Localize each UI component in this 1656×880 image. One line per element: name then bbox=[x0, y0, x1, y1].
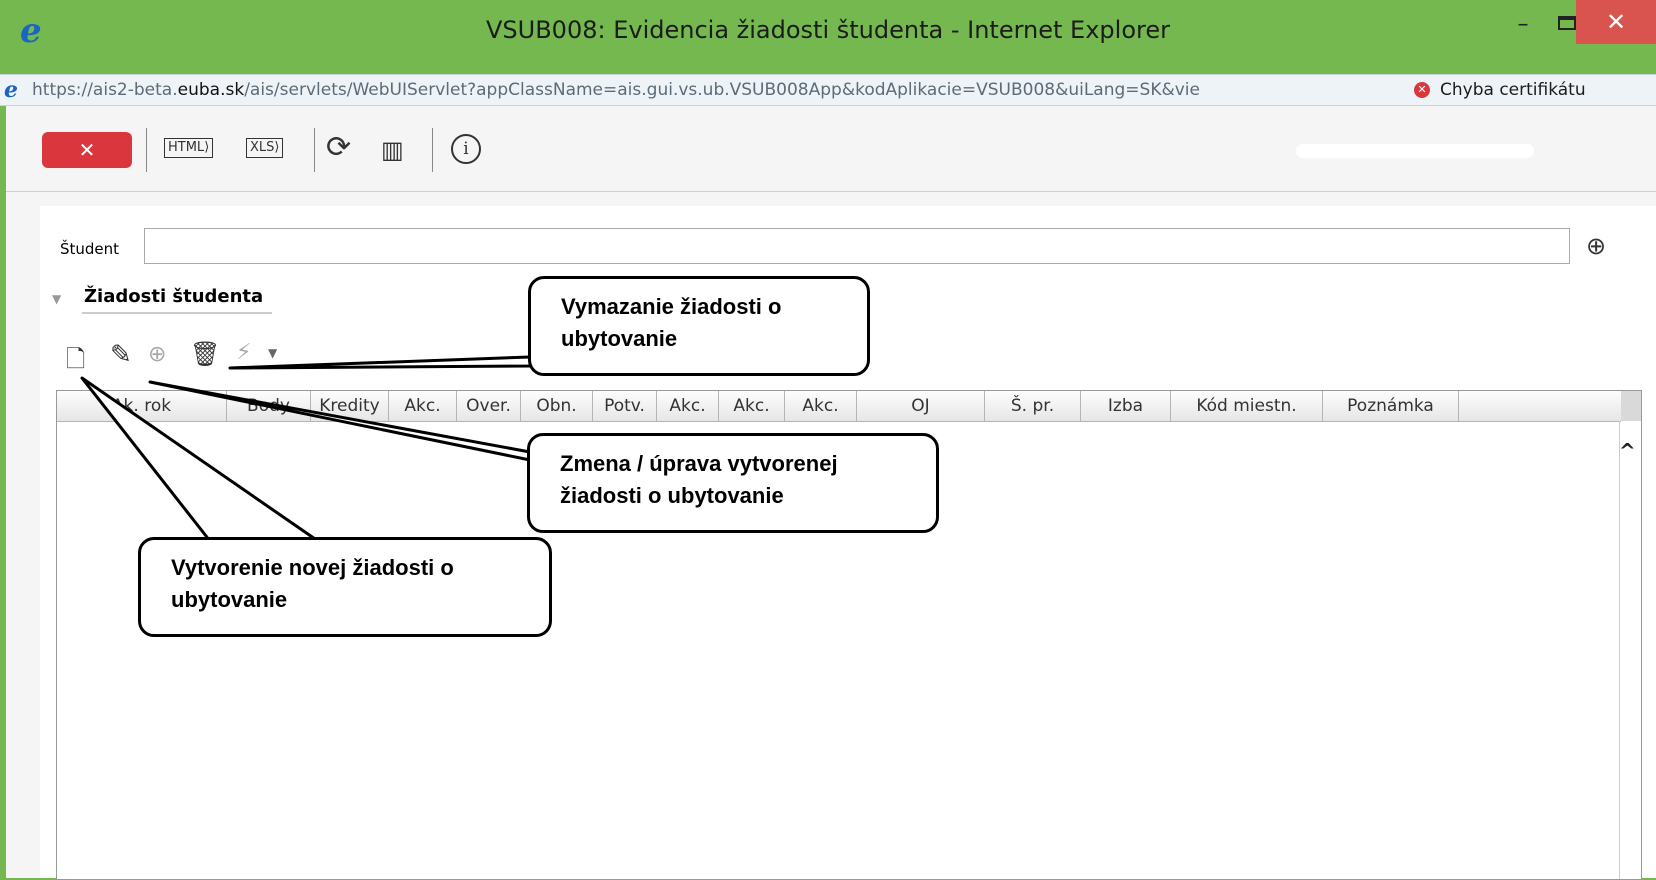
vertical-scrollbar[interactable] bbox=[1619, 421, 1620, 879]
action-dropdown-icon[interactable]: ▼ bbox=[268, 346, 277, 360]
column-header[interactable]: Kredity bbox=[311, 391, 389, 421]
column-header[interactable]: Akc. bbox=[785, 391, 857, 421]
app-toolbar: ✕ HTML⟩ XLS⟩ ⟳ ▥ i bbox=[6, 106, 1656, 192]
callout-edit-request: Zmena / úprava vytvorenej žiadosti o uby… bbox=[527, 433, 939, 533]
address-bar[interactable]: e https://ais2-beta.euba.sk/ais/servlets… bbox=[0, 74, 1656, 106]
user-name-redacted bbox=[1296, 144, 1534, 158]
column-header[interactable]: Ak. rok bbox=[57, 391, 227, 421]
toolbar-separator bbox=[432, 128, 433, 172]
callout-text-line: žiadosti o ubytovanie bbox=[560, 483, 784, 508]
callout-new-request: Vytvorenie novej žiadosti o ubytovanie bbox=[138, 537, 552, 637]
column-header[interactable]: Akc. bbox=[657, 391, 719, 421]
table-header: Ak. rok Body Kredity Akc. Over. Obn. Potv. Akc.… bbox=[57, 391, 1621, 422]
zoom-in-icon[interactable]: ⊕ bbox=[1586, 232, 1606, 260]
column-header[interactable]: Obn. bbox=[521, 391, 593, 421]
callout-text-line: Vymazanie žiadosti o bbox=[561, 294, 782, 319]
page-ie-icon: e bbox=[4, 77, 18, 103]
run-action-icon[interactable]: ⚡ bbox=[236, 340, 251, 365]
column-header[interactable]: Body bbox=[227, 391, 311, 421]
column-header[interactable]: Over. bbox=[457, 391, 521, 421]
certificate-error-label[interactable]: Chyba certifikátu bbox=[1440, 80, 1586, 100]
column-header[interactable]: Š. pr. bbox=[985, 391, 1081, 421]
panel-title-underline bbox=[82, 312, 272, 314]
url-prefix: https://ais2-beta. bbox=[32, 80, 178, 100]
column-header[interactable]: Poznámka bbox=[1323, 391, 1459, 421]
export-html-button[interactable]: HTML⟩ bbox=[164, 138, 214, 158]
toolbar-separator bbox=[314, 128, 315, 172]
callout-delete-request: Vymazanie žiadosti o ubytovanie bbox=[528, 276, 870, 376]
callout-text-line: ubytovanie bbox=[171, 587, 288, 612]
header-corner bbox=[1621, 391, 1641, 421]
new-record-icon[interactable]: 🗋 bbox=[66, 342, 85, 383]
column-header[interactable]: Izba bbox=[1081, 391, 1171, 421]
html-label: HTML bbox=[168, 140, 205, 155]
title-bar: e VSUB008: Evidencia žiadosti študenta -… bbox=[0, 0, 1656, 66]
refresh-icon[interactable]: ⟳ bbox=[326, 130, 351, 165]
delete-icon[interactable]: 🗑 bbox=[190, 340, 220, 368]
hierarchy-icon[interactable]: ▥ bbox=[381, 136, 404, 164]
export-xls-button[interactable]: XLS⟩ bbox=[246, 138, 284, 158]
minimize-button[interactable]: – bbox=[1505, 10, 1541, 40]
certificate-error-icon[interactable]: ✕ bbox=[1414, 82, 1430, 98]
column-header[interactable]: Akc. bbox=[719, 391, 785, 421]
info-button[interactable]: i bbox=[451, 134, 481, 164]
collapse-arrow-icon[interactable]: ▼ bbox=[52, 292, 61, 306]
scroll-up-icon[interactable]: ^ bbox=[1619, 439, 1636, 463]
callout-text-line: Vytvorenie novej žiadosti o bbox=[171, 555, 454, 580]
column-header[interactable]: Kód miestn. bbox=[1171, 391, 1323, 421]
url-suffix: /ais/servlets/WebUIServlet?appClassName=… bbox=[244, 80, 1200, 100]
edit-icon[interactable]: ✎ bbox=[110, 340, 132, 370]
student-label: Študent bbox=[60, 240, 120, 258]
panel-title[interactable]: Žiadosti študenta bbox=[84, 286, 263, 307]
view-detail-icon[interactable]: ⊕ bbox=[148, 342, 166, 367]
window-title: VSUB008: Evidencia žiadosti študenta - I… bbox=[486, 16, 1170, 44]
column-header[interactable]: Akc. bbox=[389, 391, 457, 421]
url-domain: euba.sk bbox=[177, 80, 245, 100]
column-header[interactable]: OJ bbox=[857, 391, 985, 421]
window-close-button[interactable]: ✕ bbox=[1576, 0, 1656, 44]
callout-text-line: Zmena / úprava vytvorenej bbox=[560, 451, 838, 476]
maximize-icon bbox=[1558, 16, 1576, 30]
callout-text-line: ubytovanie bbox=[561, 326, 678, 351]
address-url[interactable]: https://ais2-beta.euba.sk/ais/servlets/W… bbox=[32, 80, 1422, 100]
student-value-redacted bbox=[146, 230, 596, 250]
toolbar-separator bbox=[146, 128, 147, 172]
column-header[interactable]: Potv. bbox=[593, 391, 657, 421]
xls-label: XLS bbox=[250, 140, 275, 155]
app-close-button[interactable]: ✕ bbox=[42, 132, 132, 168]
